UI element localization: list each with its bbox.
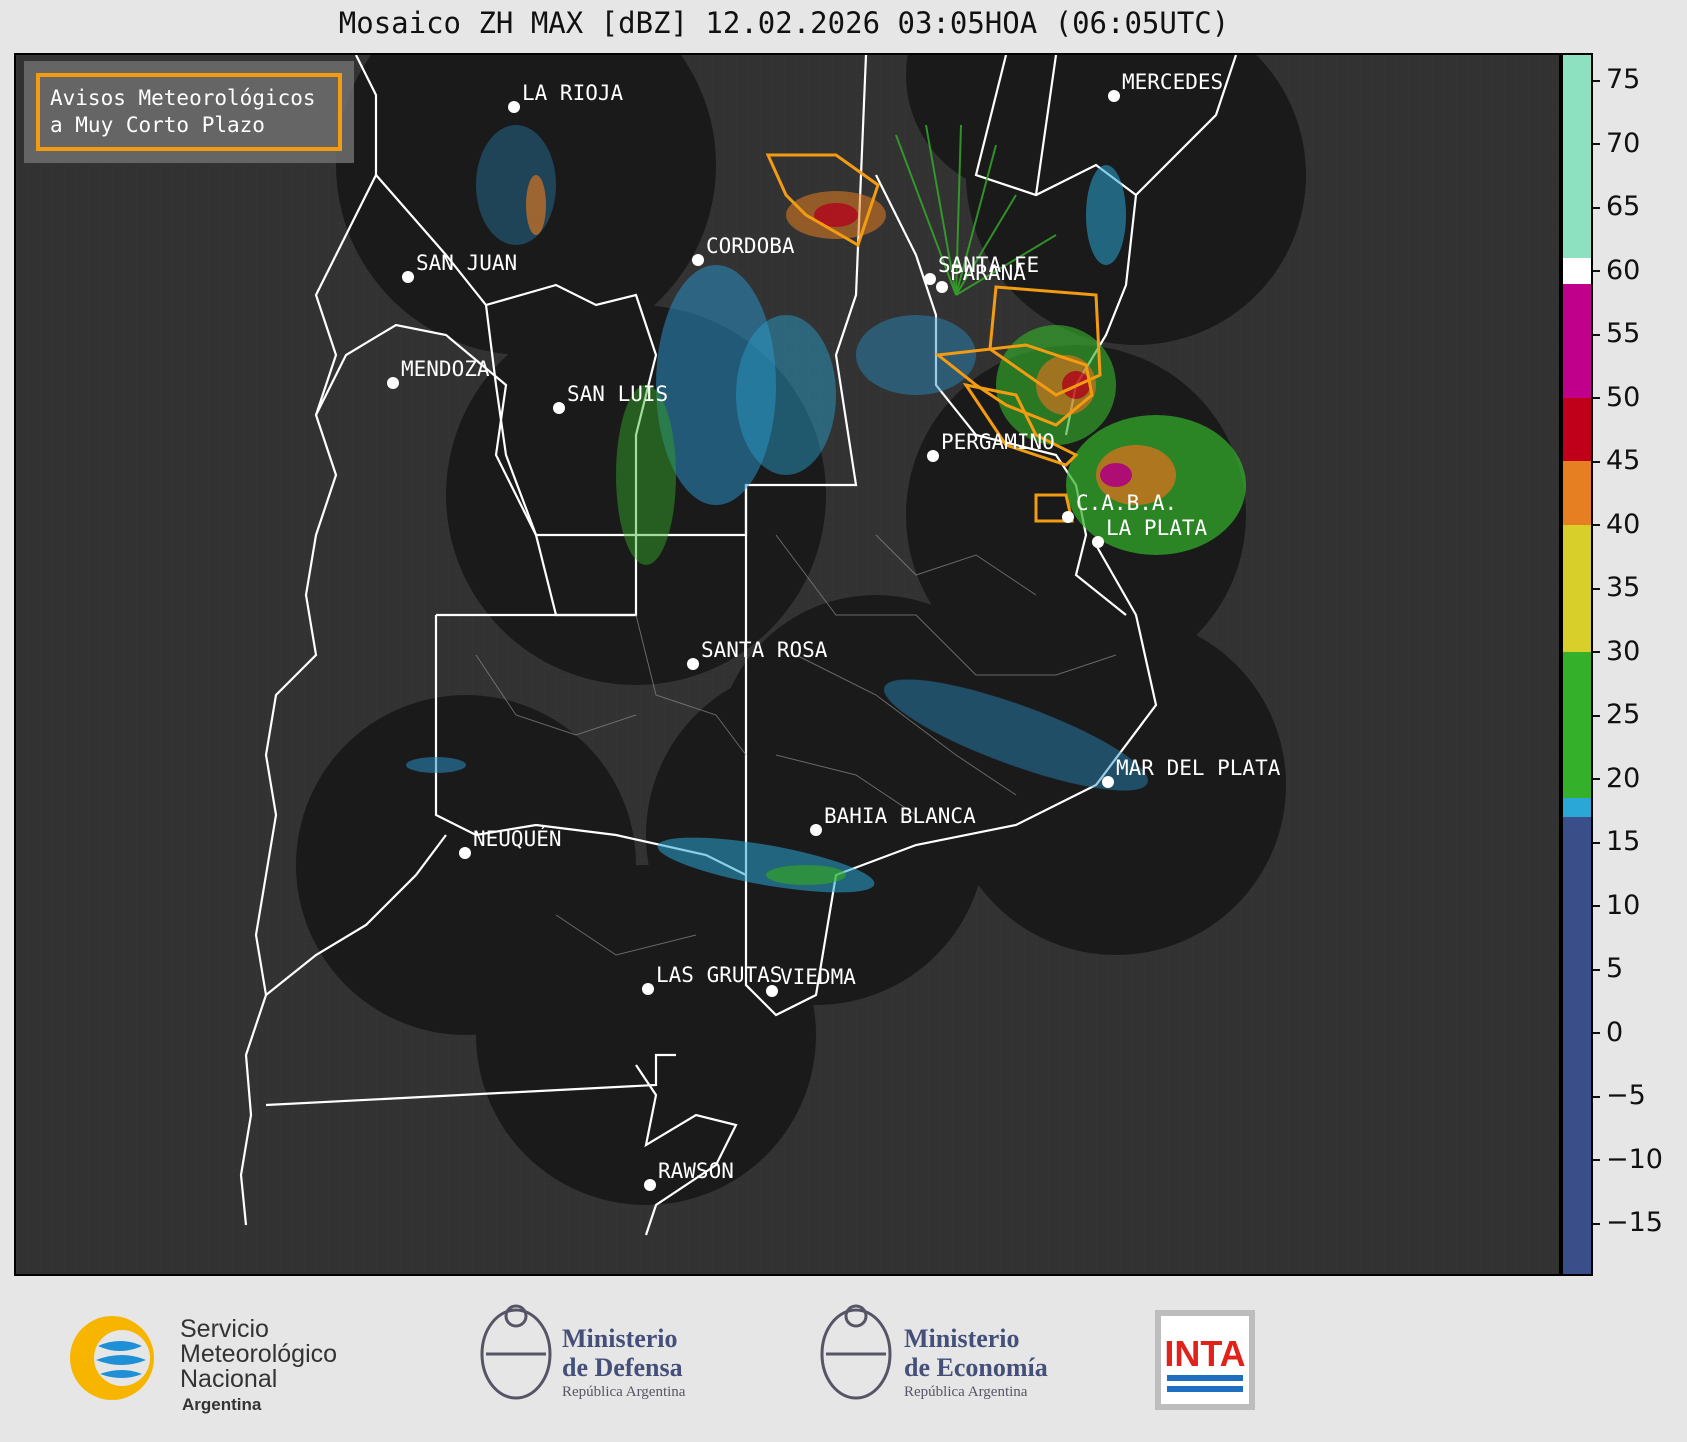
economia-line-2: de Economía: [904, 1353, 1048, 1382]
colorbar-tick-label: 70: [1593, 128, 1687, 159]
colorbar: [1561, 53, 1593, 1276]
city-marker: [810, 824, 822, 836]
radar-map: LA RIOJA MERCEDES CORDOBA SAN JUAN SANTA FE P…: [14, 53, 1561, 1276]
city-marker: [553, 402, 565, 414]
city-marker: [1102, 776, 1114, 788]
legend-line-2: a Muy Corto Plazo: [50, 113, 265, 137]
colorbar-band: [1563, 55, 1591, 259]
colorbar-tick-label: −15: [1593, 1208, 1687, 1238]
colorbar-band: [1563, 283, 1591, 398]
logos-canvas: Servicio Meteorológico Nacional Argentin…: [70, 1304, 1255, 1414]
city-label: RAWSON: [658, 1159, 734, 1183]
colorbar-band: [1563, 461, 1591, 525]
colorbar-tick-label: 45: [1593, 446, 1687, 476]
city-label: BAHIA BLANCA: [824, 804, 976, 828]
city-label: SANTA ROSA: [701, 638, 828, 662]
colorbar-tick-label: −5: [1593, 1081, 1687, 1111]
colorbar-tick-label: 55: [1593, 319, 1687, 349]
city-label: CORDOBA: [706, 234, 795, 258]
colorbar-tick-label: 60: [1593, 255, 1687, 286]
city-marker: [936, 281, 948, 293]
colorbar-band: [1563, 651, 1591, 798]
city-label: NEUQUÉN: [473, 827, 562, 851]
economia-line-3: República Argentina: [904, 1384, 1028, 1400]
city-label: MAR DEL PLATA: [1116, 756, 1281, 780]
smn-name-4: Argentina: [182, 1395, 262, 1414]
city-label: VIEDMA: [780, 965, 856, 989]
city-marker: [642, 983, 654, 995]
city-label: PERGAMINO: [941, 430, 1055, 454]
colorbar-band: [1563, 816, 1591, 1274]
city-marker: [687, 658, 699, 670]
colorbar-band: [1563, 797, 1591, 817]
colorbar-tick-label: 0: [1593, 1017, 1687, 1048]
defensa-line-2: de Defensa: [562, 1353, 683, 1382]
defensa-line-1: Ministerio: [562, 1324, 678, 1353]
colorbar-band: [1563, 397, 1591, 462]
city-label: SAN LUIS: [567, 382, 669, 406]
city-label: MERCEDES: [1122, 70, 1224, 94]
smn-name-3: Nacional: [180, 1365, 277, 1393]
national-shield-icon: [820, 1304, 892, 1400]
city-label: LA RIOJA: [522, 81, 624, 105]
city-label: LAS GRUTAS: [656, 963, 783, 987]
city-marker: [644, 1179, 656, 1191]
colorbar-tick-label: −10: [1593, 1144, 1687, 1175]
city-marker: [924, 273, 936, 285]
colorbar-tick-label: 65: [1593, 192, 1687, 222]
city-marker: [387, 377, 399, 389]
colorbar-tick-label: 25: [1593, 700, 1687, 730]
city-marker: [692, 254, 704, 266]
city-marker: [1062, 511, 1074, 523]
city-label: SAN JUAN: [416, 251, 518, 275]
warnings-legend: Avisos Meteorológicos a Muy Corto Plazo: [24, 61, 354, 163]
defensa-line-3: República Argentina: [562, 1384, 686, 1400]
colorbar-tick-label: 50: [1593, 382, 1687, 413]
inta-logo-icon: INTA: [1155, 1310, 1255, 1410]
city-marker: [927, 450, 939, 462]
city-marker: [766, 985, 778, 997]
city-marker: [1108, 90, 1120, 102]
smn-name-1: Servicio: [180, 1315, 269, 1343]
colorbar-tick-label: 35: [1593, 573, 1687, 603]
city-label: PARANA: [950, 261, 1026, 285]
colorbar-tick-label: 15: [1593, 827, 1687, 857]
colorbar-tick-label: 20: [1593, 763, 1687, 794]
footer-logos: Servicio Meteorológico Nacional Argentin…: [0, 1276, 1687, 1438]
city-label: C.A.B.A.: [1076, 491, 1178, 515]
national-shield-icon: [480, 1304, 552, 1400]
city-marker: [508, 101, 520, 113]
colorbar-tick-label: 30: [1593, 636, 1687, 667]
colorbar-tick-label: 10: [1593, 890, 1687, 921]
city-marker: [1092, 536, 1104, 548]
city-label: MENDOZA: [401, 357, 490, 381]
smn-logo-icon: [70, 1316, 154, 1400]
city-marker: [402, 271, 414, 283]
smn-name-2: Meteorológico: [180, 1340, 337, 1368]
colorbar-band: [1563, 524, 1591, 652]
colorbar-tick-label: 5: [1593, 954, 1687, 984]
colorbar-band: [1563, 258, 1591, 284]
warnings-legend-box: Avisos Meteorológicos a Muy Corto Plazo: [36, 73, 342, 151]
city-label: LA PLATA: [1106, 516, 1208, 540]
inta-label: INTA: [1164, 1333, 1245, 1374]
map-title: Mosaico ZH MAX [dBZ] 12.02.2026 03:05HOA…: [338, 6, 1230, 40]
colorbar-tick-label: 75: [1593, 65, 1687, 95]
legend-line-1: Avisos Meteorológicos: [50, 86, 316, 110]
colorbar-tick-label: 40: [1593, 509, 1687, 540]
city-marker: [459, 847, 471, 859]
economia-line-1: Ministerio: [904, 1324, 1020, 1353]
